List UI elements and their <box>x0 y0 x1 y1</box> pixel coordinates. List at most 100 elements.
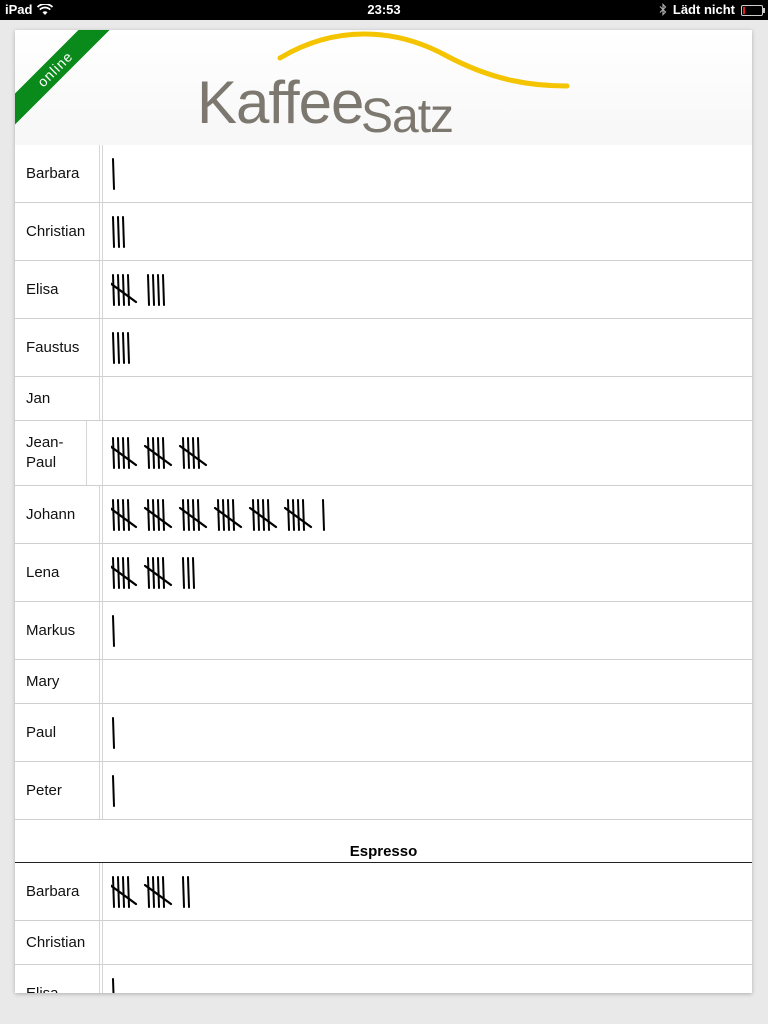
tally-area[interactable] <box>102 421 752 485</box>
tally-stroke <box>262 498 265 531</box>
tally-stroke <box>112 215 115 248</box>
tally-area[interactable] <box>102 145 752 202</box>
tally-stroke <box>147 437 150 469</box>
tally-stroke <box>112 977 115 993</box>
tally-marks <box>111 498 325 531</box>
tally-stroke <box>122 556 125 589</box>
app-header: online Kaffee Satz <box>15 30 752 145</box>
tally-stroke <box>182 498 185 531</box>
tally-stroke <box>187 875 190 908</box>
bluetooth-icon <box>659 3 667 16</box>
tally-stroke <box>147 273 150 306</box>
espresso-title: Espresso <box>349 843 418 860</box>
tally-marks <box>112 716 115 749</box>
person-name: Mary <box>15 660 100 703</box>
person-name: Jean-Paul <box>15 421 87 485</box>
person-name: Christian <box>15 921 100 964</box>
coffee-tally-list: Barbara Christian Elisa Faustus Jan Jean-Paul… <box>15 145 752 820</box>
tally-stroke <box>117 215 120 248</box>
person-name: Faustus <box>15 319 100 376</box>
logo-text-satz: Satz <box>361 90 454 143</box>
tally-area[interactable] <box>102 319 752 376</box>
tally-area[interactable] <box>102 486 752 543</box>
tally-stroke <box>122 215 125 248</box>
tally-row[interactable]: Jean-Paul <box>15 421 752 486</box>
battery-icon <box>741 4 765 16</box>
tally-area[interactable] <box>102 660 752 703</box>
tally-row[interactable]: Christian <box>15 203 752 261</box>
tally-stroke <box>122 875 125 908</box>
tally-row[interactable]: Faustus <box>15 319 752 377</box>
tally-stroke <box>112 716 115 749</box>
tally-area[interactable] <box>102 965 752 993</box>
tally-row[interactable]: Christian <box>15 921 752 965</box>
tally-stroke <box>182 437 185 469</box>
tally-area[interactable] <box>102 921 752 964</box>
tally-marks <box>111 556 195 589</box>
tally-stroke <box>112 273 115 306</box>
tally-marks <box>111 273 165 306</box>
online-ribbon: online <box>15 30 125 140</box>
tally-row[interactable]: Paul <box>15 704 752 762</box>
tally-stroke <box>217 498 220 531</box>
tally-stroke <box>112 157 115 190</box>
person-name: Paul <box>15 704 100 761</box>
tally-stroke <box>112 437 115 469</box>
tally-stroke <box>162 498 165 531</box>
tally-row[interactable]: Elisa <box>15 965 752 993</box>
tally-area[interactable] <box>102 863 752 920</box>
tally-stroke <box>182 875 185 908</box>
tally-stroke <box>197 437 200 469</box>
tally-stroke <box>287 498 290 531</box>
tally-stroke <box>122 437 125 469</box>
tally-stroke <box>122 331 125 364</box>
person-name: Peter <box>15 762 100 819</box>
tally-stroke <box>192 556 195 589</box>
tally-stroke <box>127 498 130 531</box>
tally-area[interactable] <box>102 377 752 420</box>
tally-area[interactable] <box>102 762 752 819</box>
tally-stroke <box>122 273 125 306</box>
person-name: Elisa <box>15 965 100 993</box>
tally-stroke <box>227 498 230 531</box>
tally-stroke <box>192 437 195 469</box>
tally-row[interactable]: Jan <box>15 377 752 421</box>
tally-stroke <box>162 273 165 306</box>
tally-row[interactable]: Peter <box>15 762 752 820</box>
tally-stroke <box>147 875 150 908</box>
tally-row[interactable]: Barbara <box>15 145 752 203</box>
tally-stroke <box>127 875 130 908</box>
espresso-section-title: Espresso <box>15 820 752 863</box>
tally-area[interactable] <box>102 261 752 318</box>
tally-area[interactable] <box>102 544 752 601</box>
tally-stroke <box>302 498 305 531</box>
tally-row[interactable]: Lena <box>15 544 752 602</box>
tally-stroke <box>232 498 235 531</box>
tally-stroke <box>297 498 300 531</box>
status-bar: iPad 23:53 Lädt nicht <box>0 0 768 20</box>
tally-row[interactable]: Elisa <box>15 261 752 319</box>
tally-marks <box>112 977 115 993</box>
tally-stroke <box>157 273 160 306</box>
tally-stroke <box>147 498 150 531</box>
tally-area[interactable] <box>102 203 752 260</box>
tally-stroke <box>127 273 130 306</box>
espresso-tally-list: Barbara Christian Elisa <box>15 863 752 993</box>
tally-area[interactable] <box>102 704 752 761</box>
tally-row[interactable]: Markus <box>15 602 752 660</box>
tally-row[interactable]: Johann <box>15 486 752 544</box>
charging-status: Lädt nicht <box>672 2 735 17</box>
logo-text-kaffee: Kaffee <box>197 69 364 136</box>
person-name: Barbara <box>15 145 100 202</box>
tally-stroke <box>267 498 270 531</box>
person-name: Barbara <box>15 863 100 920</box>
person-name: Christian <box>15 203 100 260</box>
tally-area[interactable] <box>102 602 752 659</box>
tally-row[interactable]: Mary <box>15 660 752 704</box>
tally-stroke <box>322 498 325 531</box>
tally-row[interactable]: Barbara <box>15 863 752 921</box>
tally-stroke <box>112 498 115 531</box>
tally-stroke <box>122 498 125 531</box>
person-name: Markus <box>15 602 100 659</box>
tally-marks <box>112 614 115 647</box>
